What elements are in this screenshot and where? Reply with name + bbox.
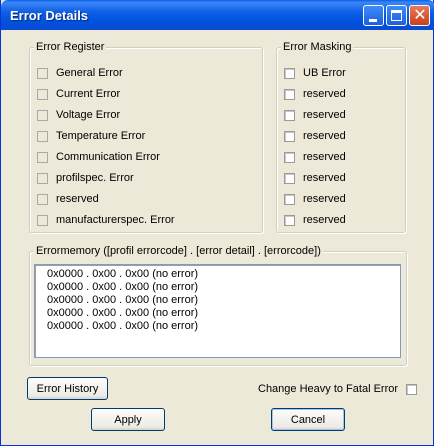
checkbox-communication-error[interactable]: Communication Error xyxy=(37,150,160,164)
checkbox-label: reserved xyxy=(303,214,346,226)
checkbox-general-error[interactable]: General Error xyxy=(37,66,123,80)
checkbox-box[interactable] xyxy=(284,151,295,163)
checkbox-label: reserved xyxy=(303,130,346,142)
change-heavy-to-fatal-label: Change Heavy to Fatal Error xyxy=(258,383,399,395)
checkbox-box[interactable] xyxy=(284,172,295,184)
cancel-button[interactable]: Cancel xyxy=(271,408,345,431)
close-icon: ✕ xyxy=(413,5,427,24)
apply-button[interactable]: Apply xyxy=(91,408,165,431)
checkbox-temperature-error[interactable]: Temperature Error xyxy=(37,129,145,143)
error-masking-legend: Error Masking xyxy=(281,41,354,54)
list-item[interactable]: 0x0000 . 0x00 . 0x00 (no error) xyxy=(47,307,198,320)
checkbox-box[interactable] xyxy=(37,109,48,121)
title-bar[interactable]: Error Details ✕ xyxy=(1,0,434,30)
error-memory-legend: Errormemory ([profil errorcode] . [error… xyxy=(34,245,323,258)
checkbox-box[interactable] xyxy=(37,88,48,100)
checkbox-box[interactable] xyxy=(284,109,295,121)
change-heavy-to-fatal-option[interactable]: Change Heavy to Fatal Error xyxy=(258,382,418,396)
mask-checkbox-reserved[interactable]: reserved xyxy=(284,213,346,227)
list-item[interactable]: 0x0000 . 0x00 . 0x00 (no error) xyxy=(47,281,198,294)
checkbox-label: reserved xyxy=(303,109,346,121)
mask-checkbox-reserved[interactable]: reserved xyxy=(284,108,346,122)
checkbox-box[interactable] xyxy=(284,214,295,226)
error-details-dialog: Error Details ✕ Error Register General E… xyxy=(0,0,434,446)
minimize-button[interactable] xyxy=(363,5,384,26)
list-item[interactable]: 0x0000 . 0x00 . 0x00 (no error) xyxy=(47,320,198,333)
checkbox-label: UB Error xyxy=(303,67,346,79)
mask-checkbox-reserved[interactable]: reserved xyxy=(284,171,346,185)
checkbox-box[interactable] xyxy=(37,214,48,226)
checkbox-label: reserved xyxy=(303,151,346,163)
mask-checkbox-reserved[interactable]: reserved xyxy=(284,192,346,206)
checkbox-box[interactable] xyxy=(37,193,48,205)
list-item[interactable]: 0x0000 . 0x00 . 0x00 (no error) xyxy=(47,294,198,307)
checkbox-label: reserved xyxy=(303,88,346,100)
checkbox-box[interactable] xyxy=(284,130,295,142)
checkbox-label: reserved xyxy=(303,172,346,184)
checkbox-box[interactable] xyxy=(37,151,48,163)
window-title: Error Details xyxy=(10,8,89,23)
checkbox-box[interactable] xyxy=(37,172,48,184)
checkbox-label: Current Error xyxy=(56,88,121,100)
mask-checkbox-ub-error[interactable]: UB Error xyxy=(284,66,346,80)
maximize-button[interactable] xyxy=(386,5,407,26)
list-item[interactable]: 0x0000 . 0x00 . 0x00 (no error) xyxy=(47,268,198,281)
checkbox-voltage-error[interactable]: Voltage Error xyxy=(37,108,120,122)
change-heavy-to-fatal-checkbox[interactable] xyxy=(406,383,418,395)
checkbox-label: reserved xyxy=(303,193,346,205)
checkbox-profilspec-error[interactable]: profilspec. Error xyxy=(37,171,134,185)
error-memory-list[interactable]: 0x0000 . 0x00 . 0x00 (no error) 0x0000 .… xyxy=(34,264,401,358)
close-button[interactable]: ✕ xyxy=(409,5,430,26)
checkbox-box[interactable] xyxy=(284,88,295,100)
checkbox-box[interactable] xyxy=(284,193,295,205)
checkbox-label: reserved xyxy=(56,193,99,205)
mask-checkbox-reserved[interactable]: reserved xyxy=(284,150,346,164)
error-history-button[interactable]: Error History xyxy=(27,377,108,400)
checkbox-label: General Error xyxy=(56,67,123,79)
checkbox-label: Temperature Error xyxy=(56,130,146,142)
checkbox-manufacturerspec-error[interactable]: manufacturerspec. Error xyxy=(37,213,175,227)
checkbox-label: profilspec. Error xyxy=(56,172,134,184)
checkbox-box[interactable] xyxy=(284,67,295,79)
mask-checkbox-reserved[interactable]: reserved xyxy=(284,87,346,101)
checkbox-box[interactable] xyxy=(37,130,48,142)
error-register-legend: Error Register xyxy=(34,41,107,54)
checkbox-label: Voltage Error xyxy=(56,109,121,121)
checkbox-box[interactable] xyxy=(37,67,48,79)
checkbox-current-error[interactable]: Current Error xyxy=(37,87,120,101)
checkbox-label: Communication Error xyxy=(56,151,160,163)
error-masking-group: Error Masking UB Error reserved reserved… xyxy=(276,41,406,233)
error-register-group: Error Register General Error Current Err… xyxy=(29,41,263,233)
minimize-icon xyxy=(369,19,377,22)
maximize-icon xyxy=(391,10,402,21)
mask-checkbox-reserved[interactable]: reserved xyxy=(284,129,346,143)
checkbox-label: manufacturerspec. Error xyxy=(56,214,175,226)
checkbox-reserved[interactable]: reserved xyxy=(37,192,99,206)
